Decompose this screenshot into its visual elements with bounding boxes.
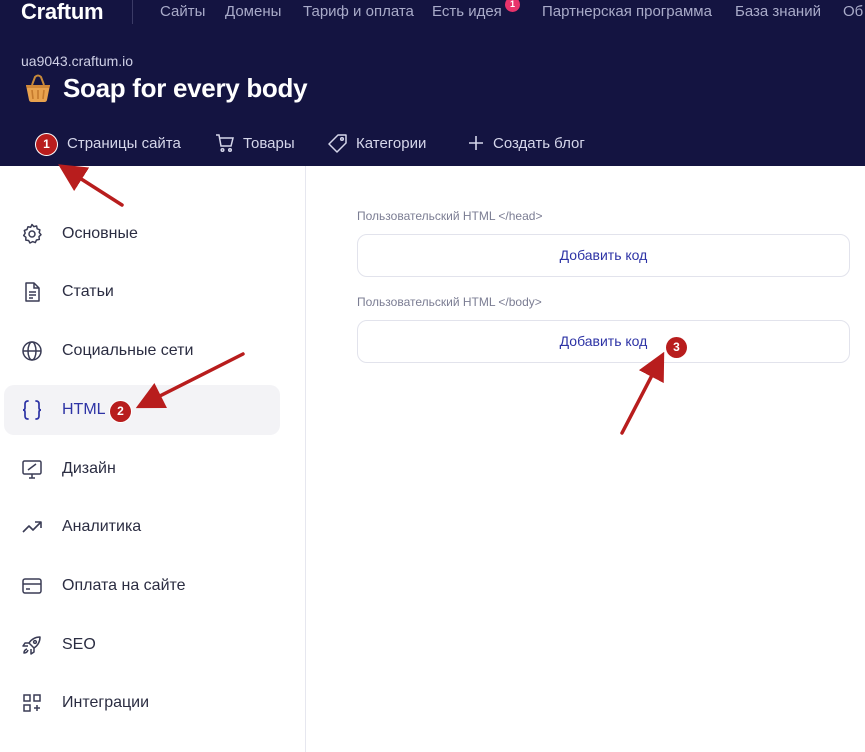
site-domain[interactable]: ua9043.craftum.io	[21, 53, 133, 69]
sidebar-item-label: Аналитика	[62, 518, 142, 535]
sidebar-item-payment[interactable]: Оплата на сайте	[4, 561, 280, 611]
site-title-row: Soap for every body	[24, 71, 308, 105]
rocket-icon	[22, 636, 41, 655]
subnav-products[interactable]: Товары	[215, 132, 295, 154]
nav-partner-program[interactable]: Партнерская программа	[542, 3, 712, 20]
subnav-categories-label: Категории	[356, 134, 427, 152]
trending-icon	[22, 521, 42, 533]
subnav-site-pages-label: Страницы сайта	[67, 134, 181, 152]
sidebar-item-label: Интеграции	[62, 694, 150, 711]
sidebar-item-label: Статьи	[62, 283, 114, 300]
head-html-label: Пользовательский HTML </head>	[357, 209, 543, 223]
sidebar-item-general[interactable]: Основные	[4, 209, 280, 259]
subnav-site-pages[interactable]: Страницы сайта	[67, 132, 181, 154]
subnav-categories[interactable]: Категории	[328, 132, 426, 154]
arrow-to-body-code	[620, 351, 665, 435]
nav-about[interactable]: Об	[843, 3, 863, 20]
sidebar-item-analytics[interactable]: Аналитика	[4, 502, 280, 552]
gear-icon	[22, 223, 42, 244]
sidebar-item-social[interactable]: Социальные сети	[4, 326, 280, 376]
step-3-badge: 3	[666, 337, 687, 358]
sidebar-item-label: Дизайн	[62, 460, 116, 477]
nav-ideas[interactable]: Есть идея	[432, 3, 502, 20]
subnav-create-blog[interactable]: Создать блог	[467, 132, 585, 154]
plus-icon	[469, 136, 483, 150]
body-html-label: Пользовательский HTML </body>	[357, 295, 542, 309]
top-header: Craftum Сайты Домены Тариф и оплата Есть…	[0, 0, 865, 166]
site-title: Soap for every body	[63, 72, 308, 103]
document-icon	[25, 282, 40, 302]
sidebar-item-integrations[interactable]: Интеграции	[4, 678, 280, 728]
sidebar-item-seo[interactable]: SEO	[4, 620, 280, 670]
craftum-logo[interactable]: Craftum	[21, 0, 104, 24]
sidebar-item-label: Социальные сети	[62, 342, 194, 359]
code-braces-icon	[22, 400, 42, 420]
step-1-badge: 1	[36, 134, 57, 155]
sidebar-item-label: Основные	[62, 225, 138, 242]
globe-icon	[22, 341, 42, 361]
credit-card-icon	[22, 578, 42, 594]
sidebar-item-articles[interactable]: Статьи	[4, 267, 280, 317]
nav-sites[interactable]: Сайты	[160, 3, 205, 20]
add-body-code-button[interactable]: Добавить код	[357, 320, 850, 363]
top-navigation: Craftum Сайты Домены Тариф и оплата Есть…	[0, 0, 865, 26]
subnav-create-blog-label: Создать блог	[493, 134, 585, 152]
step-2-badge: 2	[110, 401, 131, 422]
site-subnav: Страницы сайта Товары Категории Создать …	[0, 128, 865, 158]
nav-domains[interactable]: Домены	[225, 3, 281, 20]
sidebar-item-label: Оплата на сайте	[62, 577, 186, 594]
ideas-count-badge: 1	[505, 0, 520, 12]
nav-billing[interactable]: Тариф и оплата	[303, 3, 414, 20]
add-head-code-button[interactable]: Добавить код	[357, 234, 850, 277]
settings-sidebar: Основные Статьи Социальные сети HTML Диз…	[0, 166, 306, 752]
logo-divider	[132, 0, 133, 24]
subnav-products-label: Товары	[243, 134, 295, 152]
cart-icon	[216, 134, 234, 153]
sidebar-item-design[interactable]: Дизайн	[4, 444, 280, 494]
sidebar-item-html[interactable]: HTML	[4, 385, 280, 435]
integrations-grid-icon	[23, 694, 41, 712]
sidebar-item-label: SEO	[62, 636, 96, 653]
basket-icon	[26, 74, 50, 102]
tag-icon	[328, 134, 347, 153]
sidebar-item-label: HTML	[62, 401, 106, 418]
nav-knowledge-base[interactable]: База знаний	[735, 3, 821, 20]
design-monitor-icon	[22, 460, 42, 479]
